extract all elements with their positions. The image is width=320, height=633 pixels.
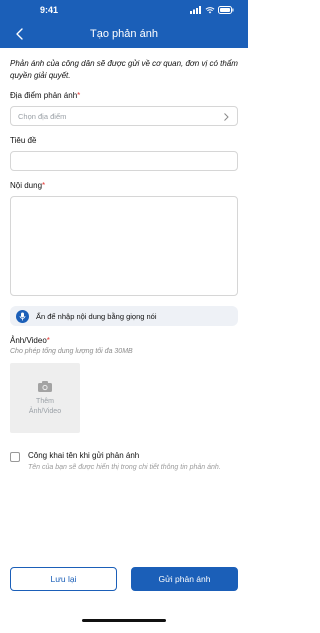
- location-placeholder: Chọn địa điểm: [18, 111, 67, 121]
- required-mark: *: [77, 91, 81, 100]
- location-label-text: Địa điểm phản ánh: [10, 91, 78, 100]
- signal-icon: [190, 6, 201, 14]
- back-arrow-icon: [16, 28, 23, 40]
- status-bar: 9:41: [0, 0, 248, 20]
- voice-input-label: Ấn để nhập nội dung bằng giọng nói: [36, 311, 157, 321]
- chevron-right-icon: [224, 113, 229, 121]
- notice-text: Phản ánh của công dân sẽ được gửi về cơ …: [10, 59, 238, 80]
- nav-bar: Tạo phản ánh: [0, 20, 248, 48]
- media-size-hint: Cho phép tổng dung lượng tối đa 30MB: [10, 348, 133, 355]
- required-mark: *: [46, 336, 50, 345]
- required-mark: *: [42, 181, 46, 190]
- title-label: Tiêu đề: [10, 136, 37, 145]
- mic-icon: [16, 309, 29, 323]
- form: Phản ánh của công dân sẽ được gửi về cơ …: [0, 48, 248, 473]
- status-time: 9:41: [40, 5, 59, 15]
- back-button[interactable]: [12, 26, 28, 42]
- public-name-checkbox[interactable]: [10, 452, 20, 462]
- add-media-line1: Thêm: [36, 397, 54, 405]
- media-label: Ảnh/Video*: [10, 336, 238, 345]
- home-indicator: [82, 619, 166, 622]
- save-button[interactable]: Lưu lại: [10, 567, 117, 591]
- public-name-text: Công khai tên khi gửi phản ánh Tên của b…: [28, 451, 221, 473]
- submit-button[interactable]: Gửi phản ánh: [131, 567, 238, 591]
- public-name-option: Công khai tên khi gửi phản ánh Tên của b…: [10, 451, 238, 473]
- location-label: Địa điểm phản ánh*: [10, 91, 238, 100]
- title-input[interactable]: [10, 151, 238, 171]
- voice-input-button[interactable]: Ấn để nhập nội dung bằng giọng nói: [10, 306, 238, 326]
- media-label-text: Ảnh/Video: [10, 336, 47, 345]
- public-name-hint: Tên của bạn sẽ được hiển thị trong chi t…: [28, 464, 221, 471]
- camera-icon: [38, 380, 52, 392]
- add-media-line2: Ảnh/Video: [28, 407, 62, 415]
- battery-icon: [218, 6, 234, 14]
- location-select[interactable]: Chọn địa điểm: [10, 106, 238, 126]
- add-media-button[interactable]: Thêm Ảnh/Video: [10, 363, 80, 433]
- page-title: Tạo phản ánh: [90, 28, 158, 40]
- content-label-text: Nội dung: [10, 181, 43, 190]
- content-textarea[interactable]: [10, 196, 238, 296]
- wifi-icon: [205, 7, 215, 14]
- content-label: Nội dung*: [10, 181, 238, 190]
- screen: 9:41 Tạo phản ánh Phản ánh của công dân …: [0, 0, 248, 633]
- public-name-label: Công khai tên khi gửi phản ánh: [28, 451, 140, 460]
- status-icons: [190, 6, 234, 14]
- action-bar: Lưu lại Gửi phản ánh: [10, 567, 238, 591]
